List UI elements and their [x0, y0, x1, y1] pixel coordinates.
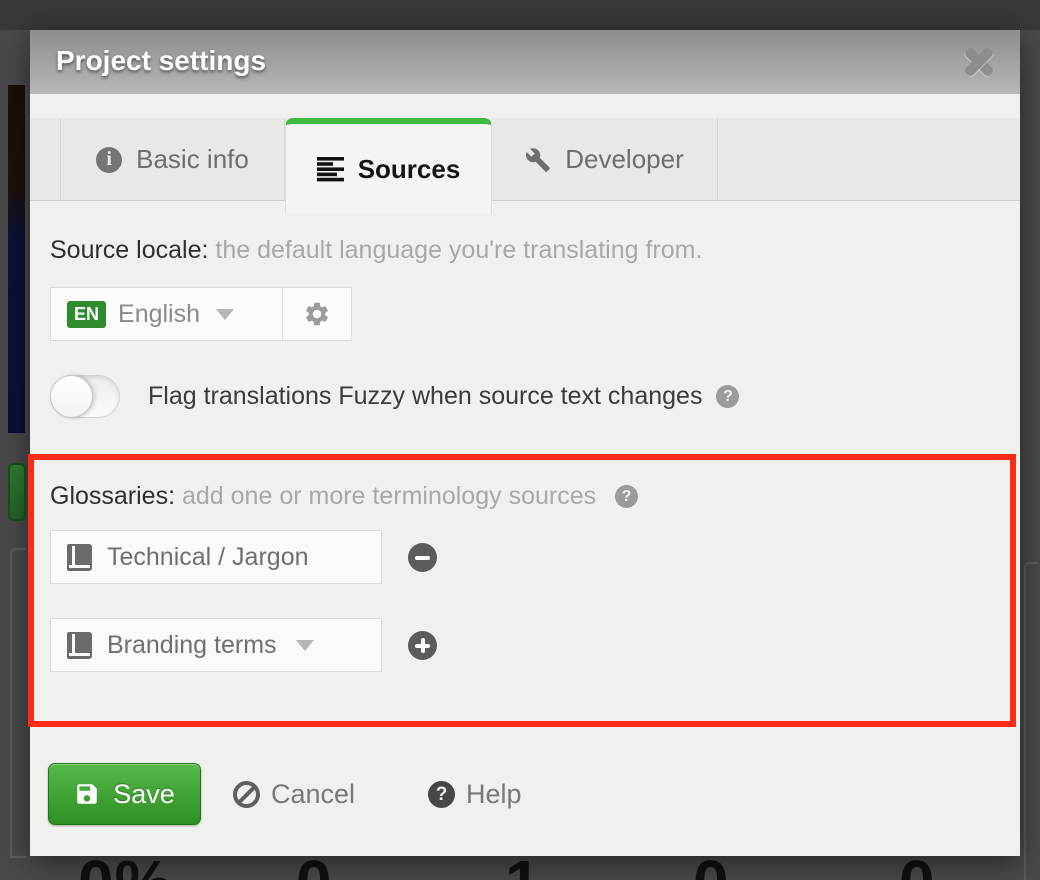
glossary-name: Technical / Jargon [107, 543, 309, 572]
info-circle-icon [96, 147, 122, 173]
tab-label: Developer [565, 144, 684, 175]
close-icon[interactable] [962, 47, 996, 77]
wrench-icon [525, 147, 551, 173]
cancel-ban-icon [233, 781, 260, 808]
project-settings-dialog: Project settings Basic info Sources [30, 30, 1020, 856]
locale-dropdown[interactable]: EN English [50, 287, 282, 341]
align-left-icon [317, 156, 344, 182]
gear-icon [303, 300, 331, 328]
locale-code-badge: EN [67, 301, 106, 328]
cancel-label: Cancel [271, 779, 355, 810]
save-button-label: Save [113, 779, 175, 810]
locale-button-group: EN English [50, 287, 352, 341]
tab-developer[interactable]: Developer [492, 118, 718, 201]
glossary-row: Branding terms [50, 618, 437, 672]
background-panel-edge-right [1024, 562, 1038, 880]
tab-sources[interactable]: Sources [285, 118, 492, 214]
toggle-knob [50, 375, 93, 418]
tab-label: Basic info [136, 144, 249, 175]
chevron-down-icon [216, 309, 234, 320]
glossary-row: Technical / Jargon [50, 530, 437, 584]
glossary-item-technical-jargon[interactable]: Technical / Jargon [50, 530, 382, 584]
book-icon [67, 544, 92, 571]
remove-glossary-icon[interactable] [408, 543, 437, 572]
tab-basic-info[interactable]: Basic info [60, 118, 285, 201]
glossary-name: Branding terms [107, 631, 277, 660]
background-green-button-fragment [8, 463, 26, 521]
cancel-button[interactable]: Cancel [233, 763, 355, 825]
locale-settings-button[interactable] [282, 287, 352, 341]
glossary-dropdown-branding-terms[interactable]: Branding terms [50, 618, 382, 672]
dialog-header[interactable]: Project settings [30, 30, 1020, 94]
add-glossary-icon[interactable] [408, 631, 437, 660]
fuzzy-toggle[interactable] [50, 375, 120, 418]
glossaries-label: Glossaries: [50, 482, 175, 510]
chevron-down-icon [296, 640, 314, 651]
source-locale-hint: the default language you're translating … [215, 236, 702, 264]
save-floppy-icon [74, 781, 100, 807]
help-label: Help [466, 779, 522, 810]
background-image-fragment [8, 85, 25, 433]
background-panel-edge-left [10, 548, 26, 858]
help-button[interactable]: Help [428, 763, 522, 825]
save-button[interactable]: Save [48, 763, 201, 825]
help-circle-icon[interactable] [716, 385, 739, 408]
source-locale-label: Source locale: [50, 236, 208, 264]
screen: 0% 0 1 0 0 Project settings Basic info [0, 0, 1040, 880]
help-circle-icon[interactable] [615, 485, 638, 508]
fuzzy-toggle-label: Flag translations Fuzzy when source text… [148, 382, 702, 411]
tab-label: Sources [358, 154, 461, 185]
overlay-top-band [0, 0, 1040, 30]
tab-bar: Basic info Sources Developer [30, 118, 1020, 201]
glossaries-hint: add one or more terminology sources [182, 482, 596, 510]
fuzzy-toggle-row: Flag translations Fuzzy when source text… [50, 375, 739, 418]
glossaries-heading: Glossaries: add one or more terminology … [50, 482, 638, 511]
dialog-title: Project settings [56, 30, 266, 92]
book-icon [67, 632, 92, 659]
help-circle-icon [428, 781, 455, 808]
source-locale-heading: Source locale: the default language you'… [50, 236, 702, 265]
locale-name: English [118, 300, 200, 329]
